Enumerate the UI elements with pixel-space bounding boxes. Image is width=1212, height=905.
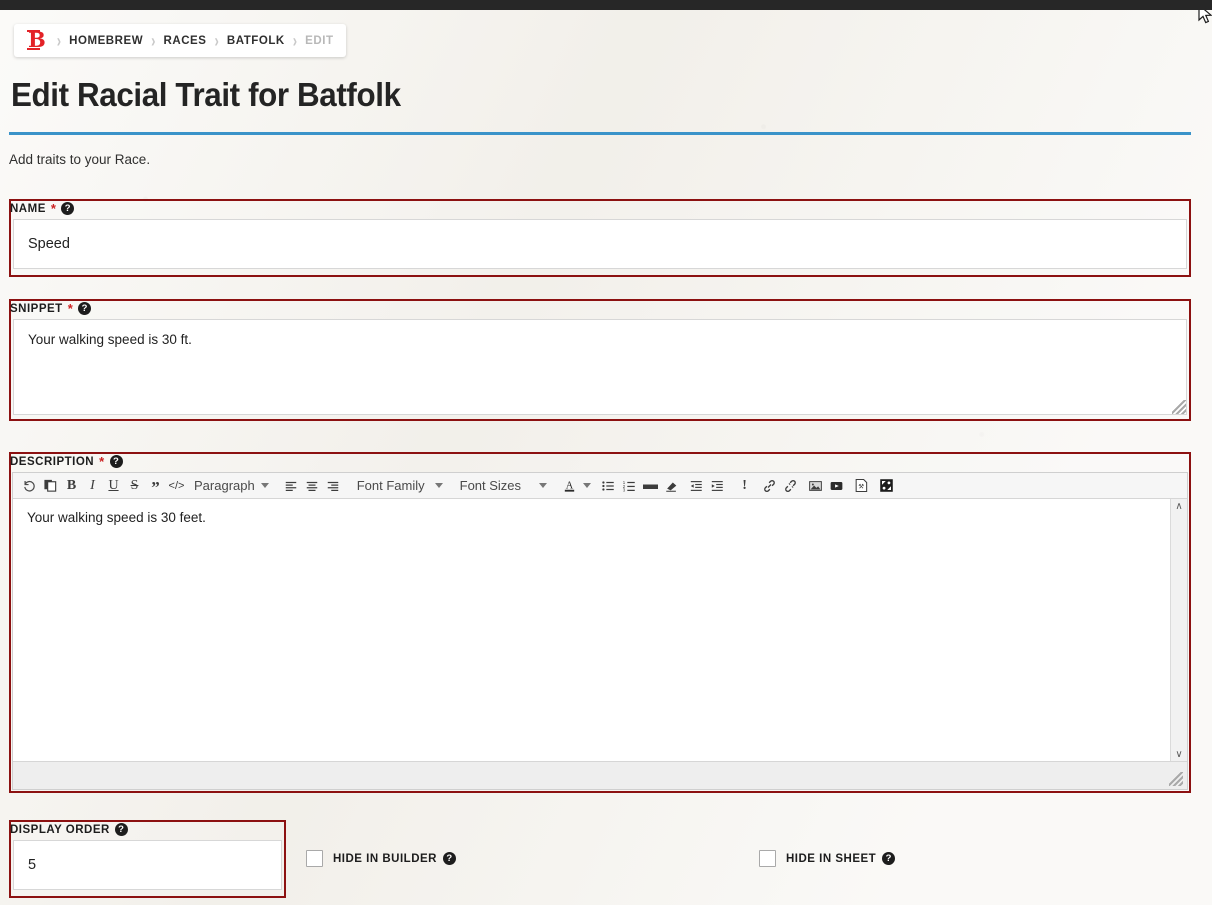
breadcrumb-item-batfolk[interactable]: BATFOLK <box>227 35 285 47</box>
name-label-text: NAME <box>10 202 46 215</box>
rich-text-editor: B I U S ” </> Paragraph Font Family Font… <box>12 472 1188 790</box>
description-label-text: DESCRIPTION <box>10 455 95 468</box>
hide-in-sheet-label-text: HIDE IN SHEET <box>786 852 877 865</box>
help-icon[interactable]: ? <box>109 455 123 468</box>
breadcrumb-item-races[interactable]: RACES <box>163 35 206 47</box>
text-color-icon[interactable]: A <box>559 475 580 497</box>
insert-link-icon[interactable] <box>759 475 780 497</box>
page-subtitle: Add traits to your Race. <box>9 152 151 167</box>
font-size-value: Font Sizes <box>459 478 522 493</box>
display-order-label: DISPLAY ORDER ? <box>10 823 128 836</box>
chevron-right-icon: › <box>56 29 62 52</box>
chevron-right-icon: › <box>292 29 298 52</box>
insert-video-icon[interactable] <box>826 475 847 497</box>
bullet-list-icon[interactable] <box>598 475 619 497</box>
dndbeyond-logo-icon[interactable]: B <box>24 29 49 52</box>
horizontal-rule-icon[interactable]: ▬ <box>640 475 661 497</box>
browser-top-bar <box>0 0 1212 10</box>
name-input[interactable] <box>13 219 1187 269</box>
paste-icon[interactable] <box>40 475 61 497</box>
chevron-right-icon: › <box>151 29 156 52</box>
editor-resize-handle[interactable] <box>1169 772 1183 786</box>
font-family-select[interactable]: Font Family <box>350 475 447 497</box>
source-code-icon[interactable]: ⚒ <box>851 475 872 497</box>
fullscreen-icon[interactable] <box>876 475 897 497</box>
align-left-icon[interactable] <box>281 475 302 497</box>
required-marker: * <box>67 301 74 316</box>
breadcrumb-item-homebrew[interactable]: HOMEBREW <box>69 35 143 47</box>
undo-icon[interactable] <box>19 475 40 497</box>
help-icon[interactable]: ? <box>78 302 92 315</box>
snippet-textarea[interactable] <box>13 319 1187 415</box>
breadcrumb-item-edit: EDIT <box>305 34 334 47</box>
editor-content-area[interactable]: Your walking speed is 30 feet. ∧ ∨ <box>13 499 1187 763</box>
outdent-icon[interactable] <box>686 475 707 497</box>
chevron-right-icon: › <box>214 29 219 52</box>
chevron-down-icon <box>260 483 269 488</box>
align-right-icon[interactable] <box>323 475 344 497</box>
help-icon[interactable]: ? <box>114 823 128 836</box>
hide-in-sheet-row[interactable]: HIDE IN SHEET ? <box>759 850 896 867</box>
editor-scrollbar[interactable]: ∧ ∨ <box>1170 499 1187 763</box>
code-icon[interactable]: </> <box>166 475 187 497</box>
svg-text:3: 3 <box>623 487 626 492</box>
strikethrough-icon[interactable]: S <box>124 475 145 497</box>
italic-icon[interactable]: I <box>82 475 103 497</box>
hide-in-builder-label-text: HIDE IN BUILDER <box>333 852 437 865</box>
block-format-value: Paragraph <box>194 478 255 493</box>
font-family-value: Font Family <box>356 478 425 493</box>
hide-in-sheet-checkbox[interactable] <box>759 850 776 867</box>
clear-formatting-icon[interactable] <box>661 475 682 497</box>
special-character-icon[interactable]: ! <box>734 475 755 497</box>
snippet-label: SNIPPET * ? <box>10 301 92 316</box>
display-order-label-text: DISPLAY ORDER <box>10 823 110 836</box>
hide-in-builder-row[interactable]: HIDE IN BUILDER ? <box>306 850 456 867</box>
underline-icon[interactable]: U <box>103 475 124 497</box>
scroll-up-icon[interactable]: ∧ <box>1175 499 1182 515</box>
insert-image-icon[interactable] <box>805 475 826 497</box>
hide-in-builder-label: HIDE IN BUILDER ? <box>333 852 456 865</box>
editor-body-text: Your walking speed is 30 feet. <box>27 510 206 525</box>
display-order-input[interactable] <box>13 840 282 890</box>
editor-toolbar: B I U S ” </> Paragraph Font Family Font… <box>13 473 1187 499</box>
breadcrumb: B › HOMEBREW › RACES › BATFOLK › EDIT <box>14 24 346 57</box>
help-icon[interactable]: ? <box>882 852 896 865</box>
snippet-label-text: SNIPPET <box>10 302 63 315</box>
unlink-icon[interactable] <box>780 475 801 497</box>
chevron-down-icon <box>539 483 548 488</box>
hide-in-builder-checkbox[interactable] <box>306 850 323 867</box>
description-label: DESCRIPTION * ? <box>10 455 123 468</box>
bold-icon[interactable]: B <box>61 475 82 497</box>
text-color-dropdown-icon[interactable] <box>580 475 594 497</box>
svg-text:⚒: ⚒ <box>858 483 864 491</box>
numbered-list-icon[interactable]: 123 <box>619 475 640 497</box>
block-format-select[interactable]: Paragraph <box>187 475 273 497</box>
align-center-icon[interactable] <box>302 475 323 497</box>
help-icon[interactable]: ? <box>442 852 456 865</box>
editor-status-bar <box>13 761 1187 789</box>
required-marker: * <box>50 201 57 216</box>
help-icon[interactable]: ? <box>61 202 75 215</box>
svg-text:A: A <box>566 480 574 491</box>
hide-in-sheet-label: HIDE IN SHEET ? <box>786 852 896 865</box>
blockquote-icon[interactable]: ” <box>145 472 166 500</box>
title-divider <box>9 132 1191 135</box>
indent-icon[interactable] <box>707 475 728 497</box>
page-title: Edit Racial Trait for Batfolk <box>11 76 401 113</box>
required-marker: * <box>99 454 105 469</box>
name-label: NAME * ? <box>10 201 75 216</box>
font-size-select[interactable]: Font Sizes <box>453 475 551 497</box>
chevron-down-icon <box>434 483 443 488</box>
